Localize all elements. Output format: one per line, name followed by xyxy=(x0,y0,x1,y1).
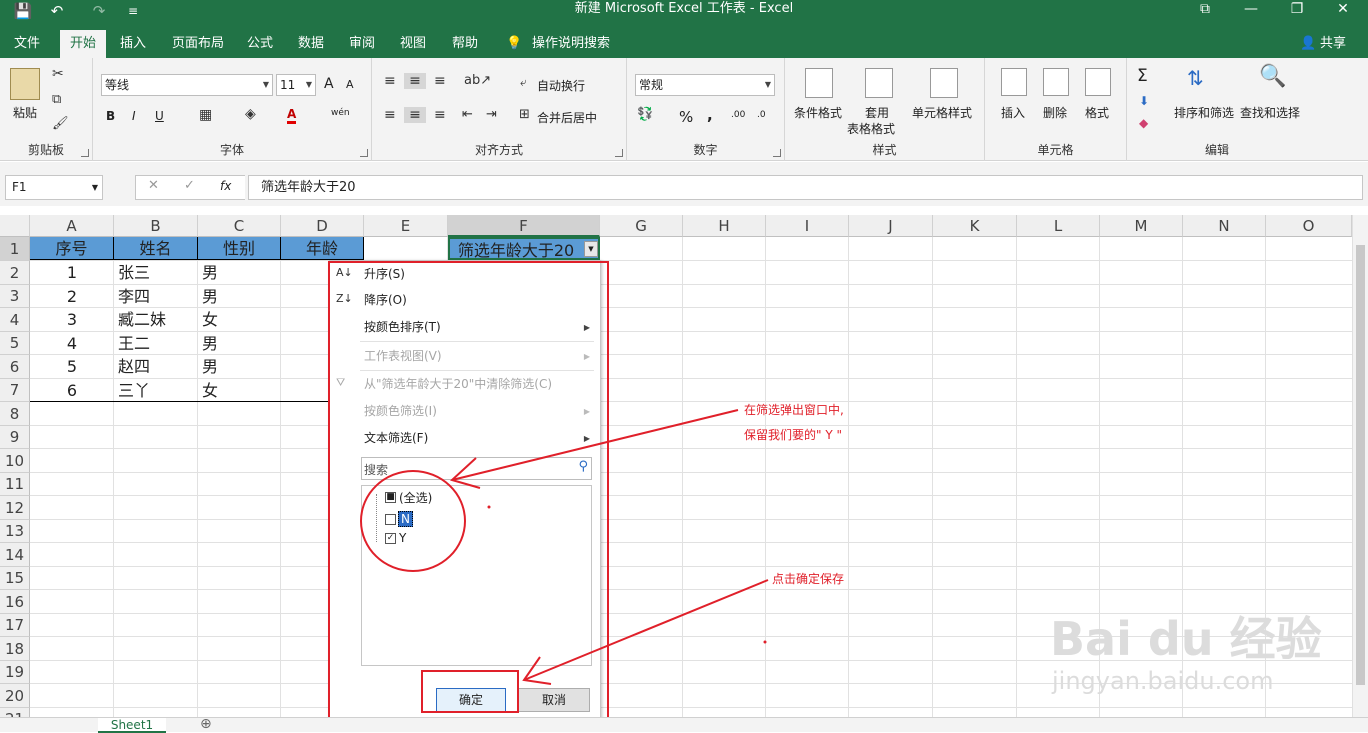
annotation-note-1a: 在筛选弹出窗口中, xyxy=(744,403,844,417)
sheet-tab-bar: Sheet1 ⊕ xyxy=(0,716,1368,733)
sheet-tab-sheet1[interactable]: Sheet1 xyxy=(98,718,166,733)
add-sheet-icon[interactable]: ⊕ xyxy=(200,716,212,732)
annotation-arrows xyxy=(450,409,769,685)
annotation-note-2: 点击确定保存 xyxy=(772,572,845,586)
annotation-note-1b: 保留我们要的" Y " xyxy=(744,428,842,442)
